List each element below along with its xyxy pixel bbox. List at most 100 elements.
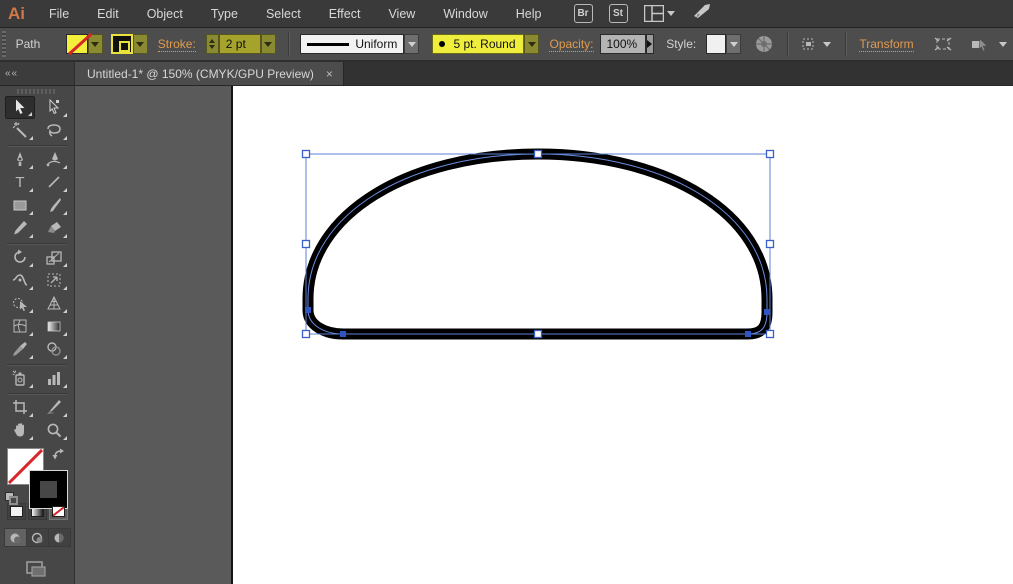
transform-panel-link[interactable]: Transform bbox=[859, 37, 913, 52]
control-bar: Path Stroke: 2 pt Uniform bbox=[0, 28, 1013, 62]
workspace-switcher-icon[interactable] bbox=[644, 5, 675, 22]
blend-tool[interactable] bbox=[39, 338, 69, 361]
free-transform-tool[interactable] bbox=[39, 269, 69, 292]
draw-inside-mode[interactable] bbox=[49, 529, 70, 546]
rotate-tool[interactable] bbox=[5, 246, 35, 269]
tools-panel-grip[interactable] bbox=[17, 89, 57, 94]
style-control[interactable] bbox=[706, 34, 741, 54]
mesh-tool[interactable] bbox=[5, 315, 35, 338]
pencil-tool[interactable] bbox=[5, 217, 35, 240]
magic-wand-tool[interactable] bbox=[5, 119, 35, 142]
style-label: Style: bbox=[666, 37, 696, 51]
menu-item-select[interactable]: Select bbox=[252, 2, 315, 26]
brush-definition-control[interactable]: 5 pt. Round bbox=[432, 34, 539, 54]
stroke-weight-stepper[interactable] bbox=[206, 34, 219, 54]
brush-dot-icon bbox=[439, 41, 445, 47]
tools-panel-collapse-icon[interactable]: «« bbox=[0, 62, 75, 85]
menu-item-help[interactable]: Help bbox=[502, 2, 556, 26]
bridge-icon[interactable]: Br bbox=[574, 4, 593, 23]
illustrator-window: Ai FileEditObjectTypeSelectEffectViewWin… bbox=[0, 0, 1013, 584]
draw-behind-mode[interactable] bbox=[27, 529, 48, 546]
selection-path bbox=[308, 154, 767, 334]
scale-tool[interactable] bbox=[39, 246, 69, 269]
dome-shape bbox=[308, 154, 767, 334]
brush-definition-dropdown[interactable] bbox=[524, 34, 539, 54]
selection-type-label: Path bbox=[16, 37, 41, 51]
pen-tool[interactable] bbox=[5, 148, 35, 171]
menu-item-view[interactable]: View bbox=[374, 2, 429, 26]
tools-panel: T bbox=[0, 86, 75, 584]
artboard-tool[interactable] bbox=[5, 396, 35, 419]
brush-definition-value[interactable]: 5 pt. Round bbox=[432, 34, 524, 54]
direct-selection-tool[interactable] bbox=[39, 96, 69, 119]
menu-item-type[interactable]: Type bbox=[197, 2, 252, 26]
stroke-color-control[interactable] bbox=[111, 34, 148, 54]
width-profile-control[interactable]: Uniform bbox=[300, 34, 419, 54]
gpu-performance-icon[interactable] bbox=[691, 2, 713, 25]
line-segment-tool[interactable] bbox=[39, 171, 69, 194]
column-graph-tool[interactable] bbox=[39, 367, 69, 390]
stroke-weight-value[interactable]: 2 pt bbox=[219, 34, 261, 54]
draw-normal-mode[interactable] bbox=[5, 529, 26, 546]
gradient-tool[interactable] bbox=[39, 315, 69, 338]
chevron-down-icon bbox=[667, 11, 675, 16]
canvas-area[interactable] bbox=[75, 86, 1013, 584]
eyedropper-tool[interactable] bbox=[5, 338, 35, 361]
menubar-right: Br St bbox=[574, 2, 713, 25]
paintbrush-tool[interactable] bbox=[39, 194, 69, 217]
hand-tool[interactable] bbox=[5, 419, 35, 442]
artwork-layer[interactable] bbox=[75, 86, 855, 584]
opacity-link[interactable]: Opacity: bbox=[549, 37, 593, 52]
stroke-swatch-icon[interactable] bbox=[111, 34, 133, 54]
curvature-tool[interactable] bbox=[39, 148, 69, 171]
selection-bbox bbox=[306, 154, 770, 334]
default-fill-stroke-icon[interactable] bbox=[5, 492, 19, 506]
tab-bar: «« Untitled-1* @ 150% (CMYK/GPU Preview)… bbox=[0, 62, 1013, 86]
chevron-down-icon[interactable] bbox=[999, 42, 1007, 47]
app-logo: Ai bbox=[0, 4, 35, 24]
tool-grid: T bbox=[5, 96, 69, 442]
menu-item-effect[interactable]: Effect bbox=[315, 2, 375, 26]
recolor-artwork-icon[interactable] bbox=[755, 35, 773, 53]
slice-tool[interactable] bbox=[39, 396, 69, 419]
perspective-grid-tool[interactable] bbox=[39, 292, 69, 315]
stroke-preview-icon bbox=[307, 43, 349, 46]
lasso-tool[interactable] bbox=[39, 119, 69, 142]
tab-close-icon[interactable]: × bbox=[326, 67, 333, 81]
stroke-weight-dropdown[interactable] bbox=[261, 34, 276, 54]
chevron-down-icon[interactable] bbox=[823, 42, 831, 47]
fill-dropdown-button[interactable] bbox=[88, 34, 103, 54]
symbol-sprayer-tool[interactable] bbox=[5, 367, 35, 390]
isolate-object-icon[interactable] bbox=[970, 36, 1007, 52]
fill-swatch-none-icon[interactable] bbox=[66, 34, 88, 54]
stroke-panel-link[interactable]: Stroke: bbox=[158, 37, 196, 52]
style-dropdown[interactable] bbox=[726, 34, 741, 54]
width-profile-dropdown[interactable] bbox=[404, 34, 419, 54]
panel-grip[interactable] bbox=[2, 31, 6, 57]
style-swatch-icon[interactable] bbox=[706, 34, 726, 54]
menu-item-window[interactable]: Window bbox=[429, 2, 501, 26]
menu-item-file[interactable]: File bbox=[35, 2, 83, 26]
rectangle-tool[interactable] bbox=[5, 194, 35, 217]
width-profile-value[interactable]: Uniform bbox=[300, 34, 404, 54]
menu-item-edit[interactable]: Edit bbox=[83, 2, 133, 26]
selection-tool[interactable] bbox=[5, 96, 35, 119]
document-tab[interactable]: Untitled-1* @ 150% (CMYK/GPU Preview) × bbox=[75, 62, 344, 85]
menu-item-object[interactable]: Object bbox=[133, 2, 197, 26]
eraser-tool[interactable] bbox=[39, 217, 69, 240]
stroke-proxy-icon[interactable] bbox=[30, 471, 67, 508]
constrain-proportions-icon[interactable] bbox=[933, 36, 953, 52]
opacity-slider-button[interactable] bbox=[646, 34, 655, 54]
type-tool[interactable]: T bbox=[5, 171, 35, 194]
swap-fill-stroke-icon[interactable] bbox=[52, 448, 67, 466]
fill-color-control[interactable] bbox=[66, 34, 103, 54]
width-tool[interactable] bbox=[5, 269, 35, 292]
screen-mode-icon[interactable] bbox=[24, 559, 50, 584]
shape-builder-tool[interactable] bbox=[5, 292, 35, 315]
stroke-dropdown-button[interactable] bbox=[133, 34, 148, 54]
stroke-weight-control[interactable]: 2 pt bbox=[206, 34, 276, 54]
opacity-value[interactable]: 100% bbox=[600, 34, 646, 54]
select-similar-icon[interactable] bbox=[802, 36, 831, 52]
zoom-tool[interactable] bbox=[39, 419, 69, 442]
stock-icon[interactable]: St bbox=[609, 4, 628, 23]
